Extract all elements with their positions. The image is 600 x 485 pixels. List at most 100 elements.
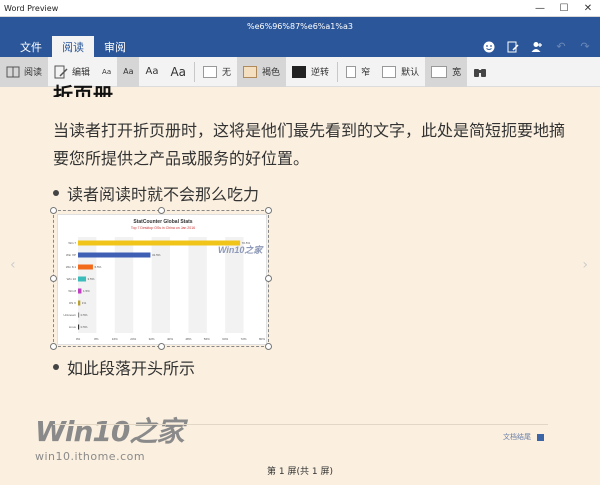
minimize-button[interactable]: — <box>528 0 552 17</box>
resize-handle[interactable] <box>50 207 57 214</box>
tab-review[interactable]: 审阅 <box>94 36 136 57</box>
category-label: Win 8.1 <box>66 265 77 269</box>
chart-bar <box>78 288 82 294</box>
width-default-button[interactable]: 默认 <box>376 57 425 87</box>
x-tick-label: 16% <box>112 337 118 341</box>
prev-page-arrow-icon[interactable]: ‹ <box>10 257 16 273</box>
end-square-icon <box>537 433 544 441</box>
binoculars-icon <box>473 65 487 79</box>
theme-invert-button[interactable]: 逆转 <box>286 57 335 87</box>
category-label: Win 10 <box>67 277 77 281</box>
chart-grid-band <box>114 237 134 333</box>
font-size-medium[interactable]: Aa <box>139 57 164 87</box>
binoculars-button[interactable] <box>467 57 497 87</box>
width-default-label: 默认 <box>401 68 420 78</box>
site-watermark: Win10之家 win10.ithome.com <box>35 410 184 463</box>
chart-grid-band <box>78 237 97 333</box>
bullet-item: 如此段落开头所示 <box>53 355 195 379</box>
next-page-arrow-icon[interactable]: › <box>582 257 588 273</box>
black-swatch-icon <box>292 65 307 78</box>
default-width-icon <box>382 65 397 78</box>
chart-grid-band <box>151 237 170 333</box>
width-wide-button[interactable]: 宽 <box>425 56 468 87</box>
x-tick-label: 80% <box>259 337 265 341</box>
x-tick-label: 40% <box>167 337 173 341</box>
white-swatch-icon <box>203 65 218 78</box>
font-size-large[interactable]: Aa <box>164 57 192 87</box>
category-label: Win XP <box>66 253 76 257</box>
category-label: Win 7 <box>68 241 76 245</box>
data-label: 1% <box>82 301 87 305</box>
bullet-text: 如此段落开头所示 <box>67 359 196 378</box>
theme-brown-label: 褐色 <box>262 68 281 78</box>
document-heading: 折页册 <box>53 83 113 97</box>
document-end-label: 文档结尾 <box>503 433 531 441</box>
close-button[interactable]: ✕ <box>576 0 600 17</box>
theme-none-button[interactable]: 无 <box>197 57 237 87</box>
window-titlebar: Word Preview — ☐ ✕ <box>0 0 600 17</box>
chart-bar <box>78 300 81 306</box>
x-tick-label: 64% <box>222 337 228 341</box>
bullet-dot-icon <box>53 364 59 370</box>
resize-handle[interactable] <box>50 343 57 350</box>
resize-handle[interactable] <box>50 275 57 282</box>
chart-image: StatCounter Global Stats Top 7 Desktop OS… <box>57 214 267 345</box>
selected-image[interactable]: StatCounter Global Stats Top 7 Desktop OS… <box>50 207 272 350</box>
chart-watermark: Win10之家 <box>218 245 264 255</box>
quick-commands: ↶ ↷ <box>482 36 592 57</box>
add-user-icon[interactable] <box>530 40 544 54</box>
smiley-icon[interactable] <box>482 40 496 54</box>
redo-icon[interactable]: ↷ <box>578 40 592 54</box>
maximize-button[interactable]: ☐ <box>552 0 576 17</box>
theme-brown-button[interactable]: 褐色 <box>237 56 287 87</box>
data-label: 31.5% <box>152 253 161 257</box>
document-end-marker: 文档结尾 <box>503 432 544 442</box>
resize-handle[interactable] <box>265 343 272 350</box>
resize-handle[interactable] <box>158 343 165 350</box>
category-label: Unknown <box>63 313 76 317</box>
x-tick-label: 24% <box>130 337 136 341</box>
narrow-width-icon <box>346 65 357 78</box>
data-label: 0.5% <box>81 325 88 329</box>
bar-chart: StatCounter Global StatsTop 7 Desktop OS… <box>63 219 265 341</box>
font-size-small[interactable]: Aa <box>117 56 140 87</box>
width-narrow-button[interactable]: 窄 <box>340 57 376 87</box>
edit-doc-icon[interactable] <box>506 40 520 54</box>
chart-bar <box>78 312 80 318</box>
resize-handle[interactable] <box>265 207 272 214</box>
theme-none-label: 无 <box>222 68 232 78</box>
data-label: 1.5% <box>83 289 90 293</box>
tab-read[interactable]: 阅读 <box>52 36 94 57</box>
chart-subtitle: Top 7 Desktop OSs in China on Jan 2016 <box>131 226 195 230</box>
chart-bar <box>78 264 93 270</box>
resize-handle[interactable] <box>158 207 165 214</box>
document-view: 折页册 当读者打开折页册时，这将是他们最先看到的文字，此处是简短扼要地摘要您所提… <box>0 83 600 485</box>
book-icon <box>6 65 20 79</box>
x-tick-label: 56% <box>204 337 210 341</box>
document-title-bar: %e6%96%87%e6%a1%a3 <box>0 17 600 36</box>
chart-grid-band <box>188 237 207 333</box>
data-label: 0.5% <box>81 313 88 317</box>
resize-handle[interactable] <box>265 275 272 282</box>
ribbon-tabs: 文件 阅读 审阅 ↶ ↷ <box>0 36 600 57</box>
document-paragraph: 当读者打开折页册时，这将是他们最先看到的文字，此处是简短扼要地摘要您所提供之产品… <box>53 121 566 168</box>
undo-icon[interactable]: ↶ <box>554 40 568 54</box>
theme-invert-label: 逆转 <box>311 68 330 78</box>
data-label: 6.5% <box>94 265 101 269</box>
tab-file[interactable]: 文件 <box>10 36 52 57</box>
category-label: Linux <box>69 325 77 329</box>
toolbar-divider <box>194 61 196 82</box>
document-divider <box>53 424 548 425</box>
bullet-dot-icon <box>53 190 59 196</box>
watermark-url: win10.ithome.com <box>35 450 146 463</box>
edit-mode-label: 编辑 <box>72 68 91 78</box>
data-label: 3.5% <box>88 277 95 281</box>
x-tick-label: 48% <box>185 337 191 341</box>
read-mode-button[interactable]: 阅读 <box>0 56 49 87</box>
page-indicator: 第 1 屏(共 1 屏) <box>267 467 333 477</box>
category-label: OS X <box>69 301 76 305</box>
toolbar-divider <box>337 61 339 82</box>
x-tick-label: 8% <box>94 337 99 341</box>
app-title: Word Preview <box>4 3 59 13</box>
x-tick-label: 72% <box>241 337 247 341</box>
